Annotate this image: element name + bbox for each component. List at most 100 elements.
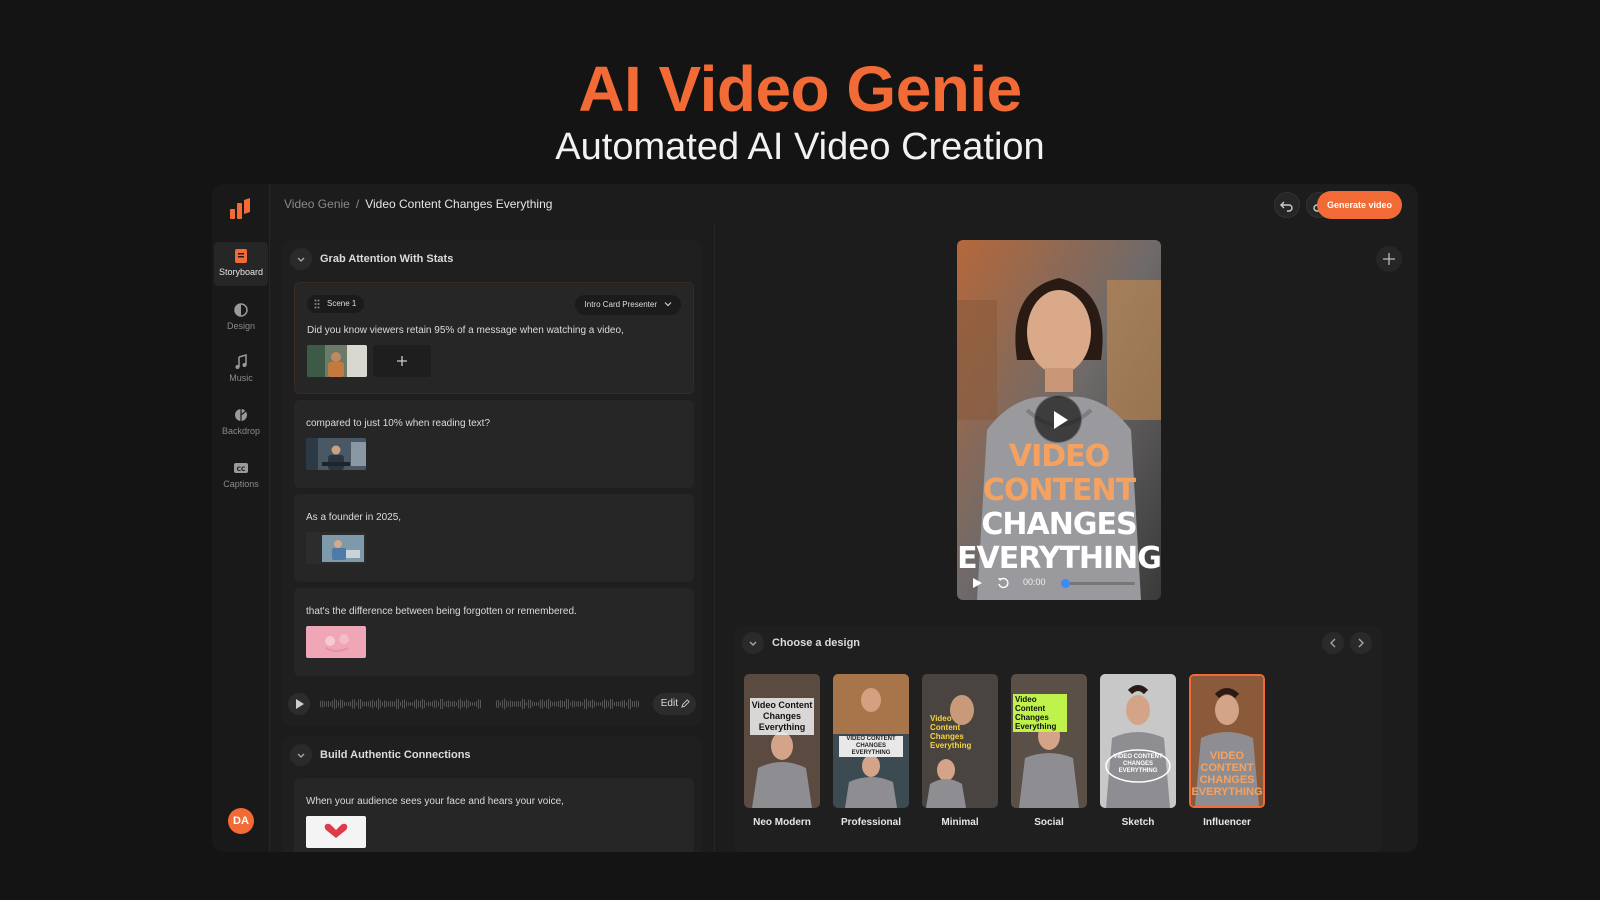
scene-media-thumbnail[interactable] [306,816,366,848]
music-icon [235,354,247,369]
presenter-select[interactable]: Intro Card Presenter [574,295,681,315]
breadcrumb: Video Genie / Video Content Changes Everyt… [284,197,552,211]
scene-script-text[interactable]: Did you know viewers retain 95% of a mes… [307,325,624,336]
waveform-bar [588,701,589,707]
waveform-bar [604,699,605,709]
chevron-down-icon[interactable] [290,248,312,270]
design-card-minimal[interactable]: Video Content Changes Everything [922,674,998,808]
video-progress-slider[interactable] [1061,579,1135,588]
waveform-bar [390,701,391,707]
scene-script-text[interactable]: When your audience sees your face and he… [306,796,564,807]
storyboard-panel: Grab Attention With Stats Scene 1 Intro … [282,240,702,852]
design-card-caption: Video Content Changes Everything [750,698,814,735]
generate-video-button[interactable]: Generate video [1316,191,1402,219]
chevron-left-icon[interactable] [1322,632,1344,654]
audio-waveform[interactable] [320,697,642,711]
waveform-bar [382,701,383,707]
waveform-bar [612,699,613,709]
scene-media-thumbnail[interactable] [306,438,366,470]
scene-card[interactable]: that's the difference between being forg… [294,588,694,676]
waveform-bar [456,702,457,706]
audio-play-button[interactable] [288,693,310,715]
waveform-bar [414,700,415,708]
waveform-bar [554,701,555,707]
sidebar-item-label: Storyboard [218,267,264,277]
waveform-bar [636,700,637,708]
waveform-bar [452,701,453,707]
chevron-down-icon[interactable] [290,744,312,766]
waveform-bar [342,700,343,708]
video-preview[interactable]: VIDEO CONTENT CHANGES EVERYTHING 00:00 [957,240,1161,600]
waveform-bar [558,701,559,707]
sidebar-item-design[interactable]: Design [212,296,270,340]
section-title: Grab Attention With Stats [320,253,454,265]
waveform-bar [444,701,445,707]
design-card-label: Minimal [941,817,979,828]
scene-card[interactable]: Scene 1 Intro Card Presenter Did you kno… [294,282,694,394]
drag-handle-icon[interactable] [314,299,320,309]
waveform-bar [374,701,375,707]
expand-button[interactable] [1376,246,1402,272]
design-card-sketch[interactable]: VIDEO CONTENT CHANGES EVERYTHING [1100,674,1176,808]
design-card-social[interactable]: Video Content Changes Everything [1011,674,1087,808]
waveform-bar [358,699,359,709]
sidebar-item-backdrop[interactable]: Backdrop [212,401,270,445]
waveform-bar [562,700,563,708]
scene-card[interactable]: When your audience sees your face and he… [294,778,694,852]
waveform-bar [334,698,335,710]
svg-text:CC: CC [237,466,246,473]
video-progress-knob[interactable] [1061,579,1071,588]
undo-icon [1280,201,1293,212]
waveform-bar [436,700,437,708]
waveform-bar [336,700,337,708]
scene-media-thumbnail[interactable] [307,345,367,377]
chevron-right-icon[interactable] [1350,632,1372,654]
waveform-bar [540,699,541,709]
scene-card[interactable]: compared to just 10% when reading text? [294,400,694,488]
waveform-bar [440,698,441,710]
chevron-down-icon[interactable] [742,632,764,654]
design-card-neo-modern[interactable]: Video Content Changes Everything [744,674,820,808]
scene-tag-label: Scene 1 [327,299,357,308]
replay-icon[interactable] [997,577,1009,589]
add-media-button[interactable] [373,345,431,377]
waveform-bar [340,699,341,709]
avatar[interactable]: DA [228,808,254,834]
waveform-bar [454,700,455,708]
waveform-bar [364,701,365,707]
waveform-bar [446,700,447,708]
scene-tag[interactable]: Scene 1 [307,295,365,313]
sidebar-item-storyboard[interactable]: Storyboard [214,242,268,286]
waveform-bar [584,699,585,709]
design-card-influencer[interactable]: VIDEO CONTENT CHANGES EVERYTHING [1189,674,1265,808]
sidebar-item-music[interactable]: Music [212,348,270,392]
waveform-bar [526,702,527,706]
waveform-bar [618,701,619,707]
sidebar-item-captions[interactable]: CC Captions [212,454,270,498]
breadcrumb-root-link[interactable]: Video Genie [284,197,350,211]
play-icon[interactable] [971,577,983,589]
design-card-professional[interactable]: VIDEO CONTENT CHANGES EVERYTHING [833,674,909,808]
scene-media-thumbnail[interactable] [306,626,366,658]
scene-script-text[interactable]: compared to just 10% when reading text? [306,418,490,429]
video-play-overlay-button[interactable] [1034,395,1082,443]
waveform-bar [602,700,603,708]
waveform-bar [380,700,381,708]
waveform-bar [596,702,597,706]
captions-icon: CC [234,463,248,473]
waveform-bar [520,701,521,707]
design-card-caption: Video Content Changes Everything [930,714,972,750]
edit-audio-button[interactable]: Edit [652,693,696,715]
scene-media-thumbnail[interactable] [306,532,366,564]
app-logo-icon[interactable] [228,198,252,220]
scene-card[interactable]: As a founder in 2025, [294,494,694,582]
waveform-bar [522,698,523,710]
waveform-bar [326,701,327,707]
waveform-bar [594,700,595,708]
waveform-bar [528,699,529,709]
scene-script-text[interactable]: As a founder in 2025, [306,512,401,523]
scene-script-text[interactable]: that's the difference between being forg… [306,606,577,617]
undo-button[interactable] [1274,192,1300,218]
video-time: 00:00 [1023,577,1046,587]
video-caption-overlay: VIDEO CONTENT CHANGES EVERYTHING [957,440,1161,576]
